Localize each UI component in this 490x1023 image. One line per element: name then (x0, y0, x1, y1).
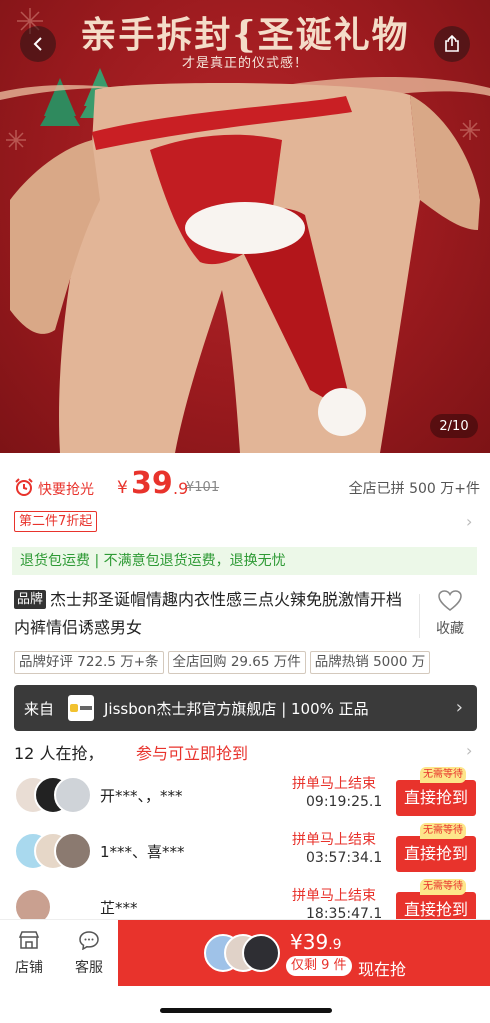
grab-cta[interactable]: 参与可立即抢到 (136, 740, 248, 764)
product-title: 品牌 杰士邦圣诞帽情趣内衣性感三点火辣免脱激情开档内裤情侣诱惑男女 (14, 586, 416, 642)
customer-service-button[interactable]: 客服 (64, 930, 114, 977)
chevron-right-icon: › (455, 697, 463, 718)
alarm-clock-icon (15, 478, 33, 496)
group-status: 拼单马上结束 (292, 776, 376, 792)
avatar-group (14, 776, 94, 814)
group-status: 拼单马上结束 (292, 888, 376, 904)
chevron-right-icon[interactable]: › (466, 512, 472, 531)
group-row: 1***、喜*** 拼单马上结束 03:57:34.1 直接抢到 无需等待 (14, 823, 490, 876)
grab-count: 12 人在抢， (14, 744, 104, 763)
buy-price-integer: ¥39 (290, 930, 329, 954)
back-button[interactable] (20, 26, 56, 62)
hero-subtitle: 才是真正的仪式感！ (181, 56, 308, 71)
buy-price-decimal: .9 (328, 937, 342, 953)
promo-badge[interactable]: 第二件7折起 (14, 511, 98, 532)
price-currency: ¥ (117, 478, 128, 498)
store-link[interactable]: 来自 Jissbon杰士邦官方旗舰店 | 100% 正品 › (14, 685, 477, 731)
group-countdown: 09:19:25.1 (306, 794, 383, 810)
favorite-label: 收藏 (436, 621, 464, 637)
no-wait-badge: 无需等待 (420, 823, 466, 839)
group-member-names: 开***、，*** (100, 787, 183, 805)
price-integer: 39 (131, 466, 173, 501)
image-counter: 2/10 (430, 414, 478, 438)
store-logo (68, 695, 94, 721)
group-countdown: 03:57:34.1 (306, 850, 383, 866)
store-tab-button[interactable]: 店铺 (4, 930, 54, 977)
share-button[interactable] (434, 26, 470, 62)
stock-remaining-badge: 仅剩 9 件 (286, 956, 352, 976)
bottom-action-bar: 店铺 客服 ¥39.9 仅剩 9 件 现在抢 (0, 919, 490, 986)
avatar-group (14, 832, 94, 870)
group-member-names: 芷*** (100, 899, 138, 917)
jissbon-logo-icon (70, 704, 92, 712)
divider (419, 594, 420, 638)
group-status: 拼单马上结束 (292, 832, 376, 848)
store-name: Jissbon杰士邦官方旗舰店 | 100% 正品 (104, 700, 369, 718)
brand-tag: 品牌 (14, 590, 47, 609)
favorite-button[interactable]: 收藏 (424, 590, 476, 638)
store-group-count: 全店已拼 500 万+件 (348, 481, 480, 497)
product-image-carousel[interactable]: 亲手拆封{圣诞礼物 才是真正的仪式感！ 2/10 (0, 0, 490, 453)
hero-title: 亲手拆封{圣诞礼物 (80, 14, 410, 56)
store-tab-label: 店铺 (15, 960, 43, 976)
chevron-right-icon[interactable]: › (466, 741, 472, 760)
join-group-button[interactable]: 直接抢到 (396, 836, 476, 872)
tag-hot-sales: 品牌热销 5000 万 (309, 651, 431, 674)
heart-icon (438, 590, 462, 611)
product-title-text: 杰士邦圣诞帽情趣内衣性感三点火辣免脱激情开档内裤情侣诱惑男女 (14, 590, 403, 637)
group-row: 开***、，*** 拼单马上结束 09:19:25.1 直接抢到 无需等待 (14, 767, 490, 820)
customer-service-label: 客服 (75, 960, 103, 976)
flash-sale-label: 快要抢光 (38, 482, 94, 498)
buy-price: ¥39.9 (290, 930, 342, 954)
buy-now-button[interactable]: ¥39.9 仅剩 9 件 现在抢 (118, 920, 490, 986)
avatar-group (204, 934, 284, 972)
hero-banner: 亲手拆封{圣诞礼物 才是真正的仪式感！ (0, 0, 490, 92)
share-icon (445, 35, 459, 52)
original-price: ¥101 (186, 480, 220, 495)
tag-repurchase: 全店回购 29.65 万件 (167, 651, 306, 674)
avatar (54, 776, 92, 814)
store-icon (18, 931, 40, 949)
no-wait-badge: 无需等待 (420, 767, 466, 783)
price-row: 快要抢光 ¥ 39 .9 ¥101 全店已拼 500 万+件 (14, 466, 480, 506)
product-tags: 品牌好评 722.5 万+条 全店回购 29.65 万件 品牌热销 5000 万 (14, 651, 490, 675)
home-indicator[interactable] (160, 1008, 332, 1013)
no-wait-badge: 无需等待 (420, 879, 466, 895)
chat-icon (79, 931, 99, 951)
return-guarantee[interactable]: 退货包运费 | 不满意包退货运费，退换无忧 (12, 547, 477, 575)
avatar (242, 934, 280, 972)
group-member-names: 1***、喜*** (100, 843, 185, 861)
tag-brand-reviews: 品牌好评 722.5 万+条 (14, 651, 164, 674)
store-from-label: 来自 (24, 700, 55, 718)
buy-now-label: 现在抢 (358, 960, 407, 979)
chevron-left-icon (33, 37, 42, 51)
join-group-button[interactable]: 直接抢到 (396, 780, 476, 816)
avatar (54, 832, 92, 870)
